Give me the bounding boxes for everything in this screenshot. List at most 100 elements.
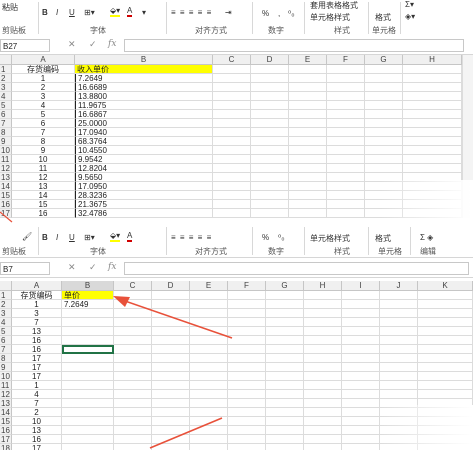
column-header-b[interactable]: B [75,55,213,65]
empty-cell[interactable] [251,155,289,164]
cell-a[interactable]: 13 [12,426,62,435]
empty-cell[interactable] [266,300,304,309]
cell-b[interactable]: 12.8204 [75,164,213,173]
empty-cell[interactable] [289,200,327,209]
empty-cell[interactable] [213,209,251,218]
cell-a[interactable]: 8 [12,137,75,146]
empty-cell[interactable] [266,444,304,450]
empty-cell[interactable] [152,408,190,417]
column-header-b[interactable]: B [62,281,114,291]
empty-cell[interactable] [304,381,342,390]
empty-cell[interactable] [418,354,473,363]
row-header[interactable]: 17 [0,435,12,444]
empty-cell[interactable] [228,336,266,345]
empty-cell[interactable] [190,336,228,345]
empty-cell[interactable] [403,155,462,164]
cell-b[interactable] [62,372,114,381]
cell-b[interactable] [62,363,114,372]
empty-cell[interactable] [342,336,380,345]
empty-cell[interactable] [190,318,228,327]
empty-cell[interactable] [114,372,152,381]
empty-cell[interactable] [342,435,380,444]
cell-b[interactable] [62,354,114,363]
bold-button[interactable]: B [42,233,48,242]
empty-cell[interactable] [266,291,304,300]
empty-cell[interactable] [152,399,190,408]
empty-cell[interactable] [380,381,418,390]
empty-cell[interactable] [152,354,190,363]
clear-icon[interactable]: ◈▾ [405,12,415,21]
column-header-c[interactable]: C [213,55,251,65]
empty-cell[interactable] [403,101,462,110]
cell-b[interactable]: 10.4550 [75,146,213,155]
italic-button[interactable]: I [56,8,58,17]
column-header-i[interactable]: I [342,281,380,291]
row-header[interactable]: 7 [0,345,12,354]
column-header-f[interactable]: F [327,55,365,65]
empty-cell[interactable] [403,164,462,173]
empty-cell[interactable] [289,65,327,74]
column-header-d[interactable]: D [152,281,190,291]
empty-cell[interactable] [403,65,462,74]
empty-cell[interactable] [327,65,365,74]
row-header[interactable]: 7 [0,119,12,128]
paste-label[interactable]: 粘贴 [2,2,18,13]
empty-cell[interactable] [365,128,403,137]
row-header[interactable]: 14 [0,408,12,417]
border-icon[interactable]: ⊞▾ [84,8,95,17]
empty-cell[interactable] [342,408,380,417]
cell-b[interactable] [62,417,114,426]
empty-cell[interactable] [403,137,462,146]
empty-cell[interactable] [327,146,365,155]
empty-cell[interactable] [365,137,403,146]
row-header[interactable]: 11 [0,381,12,390]
empty-cell[interactable] [114,309,152,318]
empty-cell[interactable] [266,399,304,408]
empty-cell[interactable] [228,390,266,399]
editing-icon[interactable]: Σ ◈ [420,233,433,242]
empty-cell[interactable] [213,110,251,119]
column-header-c[interactable]: C [114,281,152,291]
empty-cell[interactable] [289,92,327,101]
empty-cell[interactable] [418,381,473,390]
empty-cell[interactable] [418,390,473,399]
empty-cell[interactable] [304,354,342,363]
row-header[interactable]: 18 [0,444,12,450]
empty-cell[interactable] [213,128,251,137]
cell-b[interactable]: 17.0940 [75,128,213,137]
column-header-e[interactable]: E [289,55,327,65]
empty-cell[interactable] [152,318,190,327]
cell-a[interactable]: 3 [12,92,75,101]
empty-cell[interactable] [251,137,289,146]
empty-cell[interactable] [190,309,228,318]
empty-cell[interactable] [365,65,403,74]
cell-a[interactable]: 17 [12,444,62,450]
empty-cell[interactable] [190,345,228,354]
cell-a[interactable]: 7 [12,128,75,137]
cell-a[interactable]: 3 [12,309,62,318]
empty-cell[interactable] [342,399,380,408]
empty-cell[interactable] [190,300,228,309]
cell-b[interactable]: 9.5650 [75,173,213,182]
empty-cell[interactable] [266,363,304,372]
empty-cell[interactable] [289,209,327,218]
empty-cell[interactable] [251,101,289,110]
empty-cell[interactable] [289,146,327,155]
empty-cell[interactable] [304,336,342,345]
empty-cell[interactable] [380,363,418,372]
insert-function-icon[interactable]: fx [108,262,116,272]
empty-cell[interactable] [365,146,403,155]
empty-cell[interactable] [365,110,403,119]
empty-cell[interactable] [114,318,152,327]
empty-cell[interactable] [304,435,342,444]
empty-cell[interactable] [152,435,190,444]
cell-a[interactable]: 4 [12,101,75,110]
name-box[interactable]: B27 [0,39,50,52]
row-header[interactable]: 5 [0,101,12,110]
formula-input[interactable] [124,39,464,52]
empty-cell[interactable] [213,74,251,83]
header-cell-a[interactable]: 存货编码 [12,291,62,300]
empty-cell[interactable] [251,74,289,83]
empty-cell[interactable] [327,191,365,200]
empty-cell[interactable] [190,435,228,444]
